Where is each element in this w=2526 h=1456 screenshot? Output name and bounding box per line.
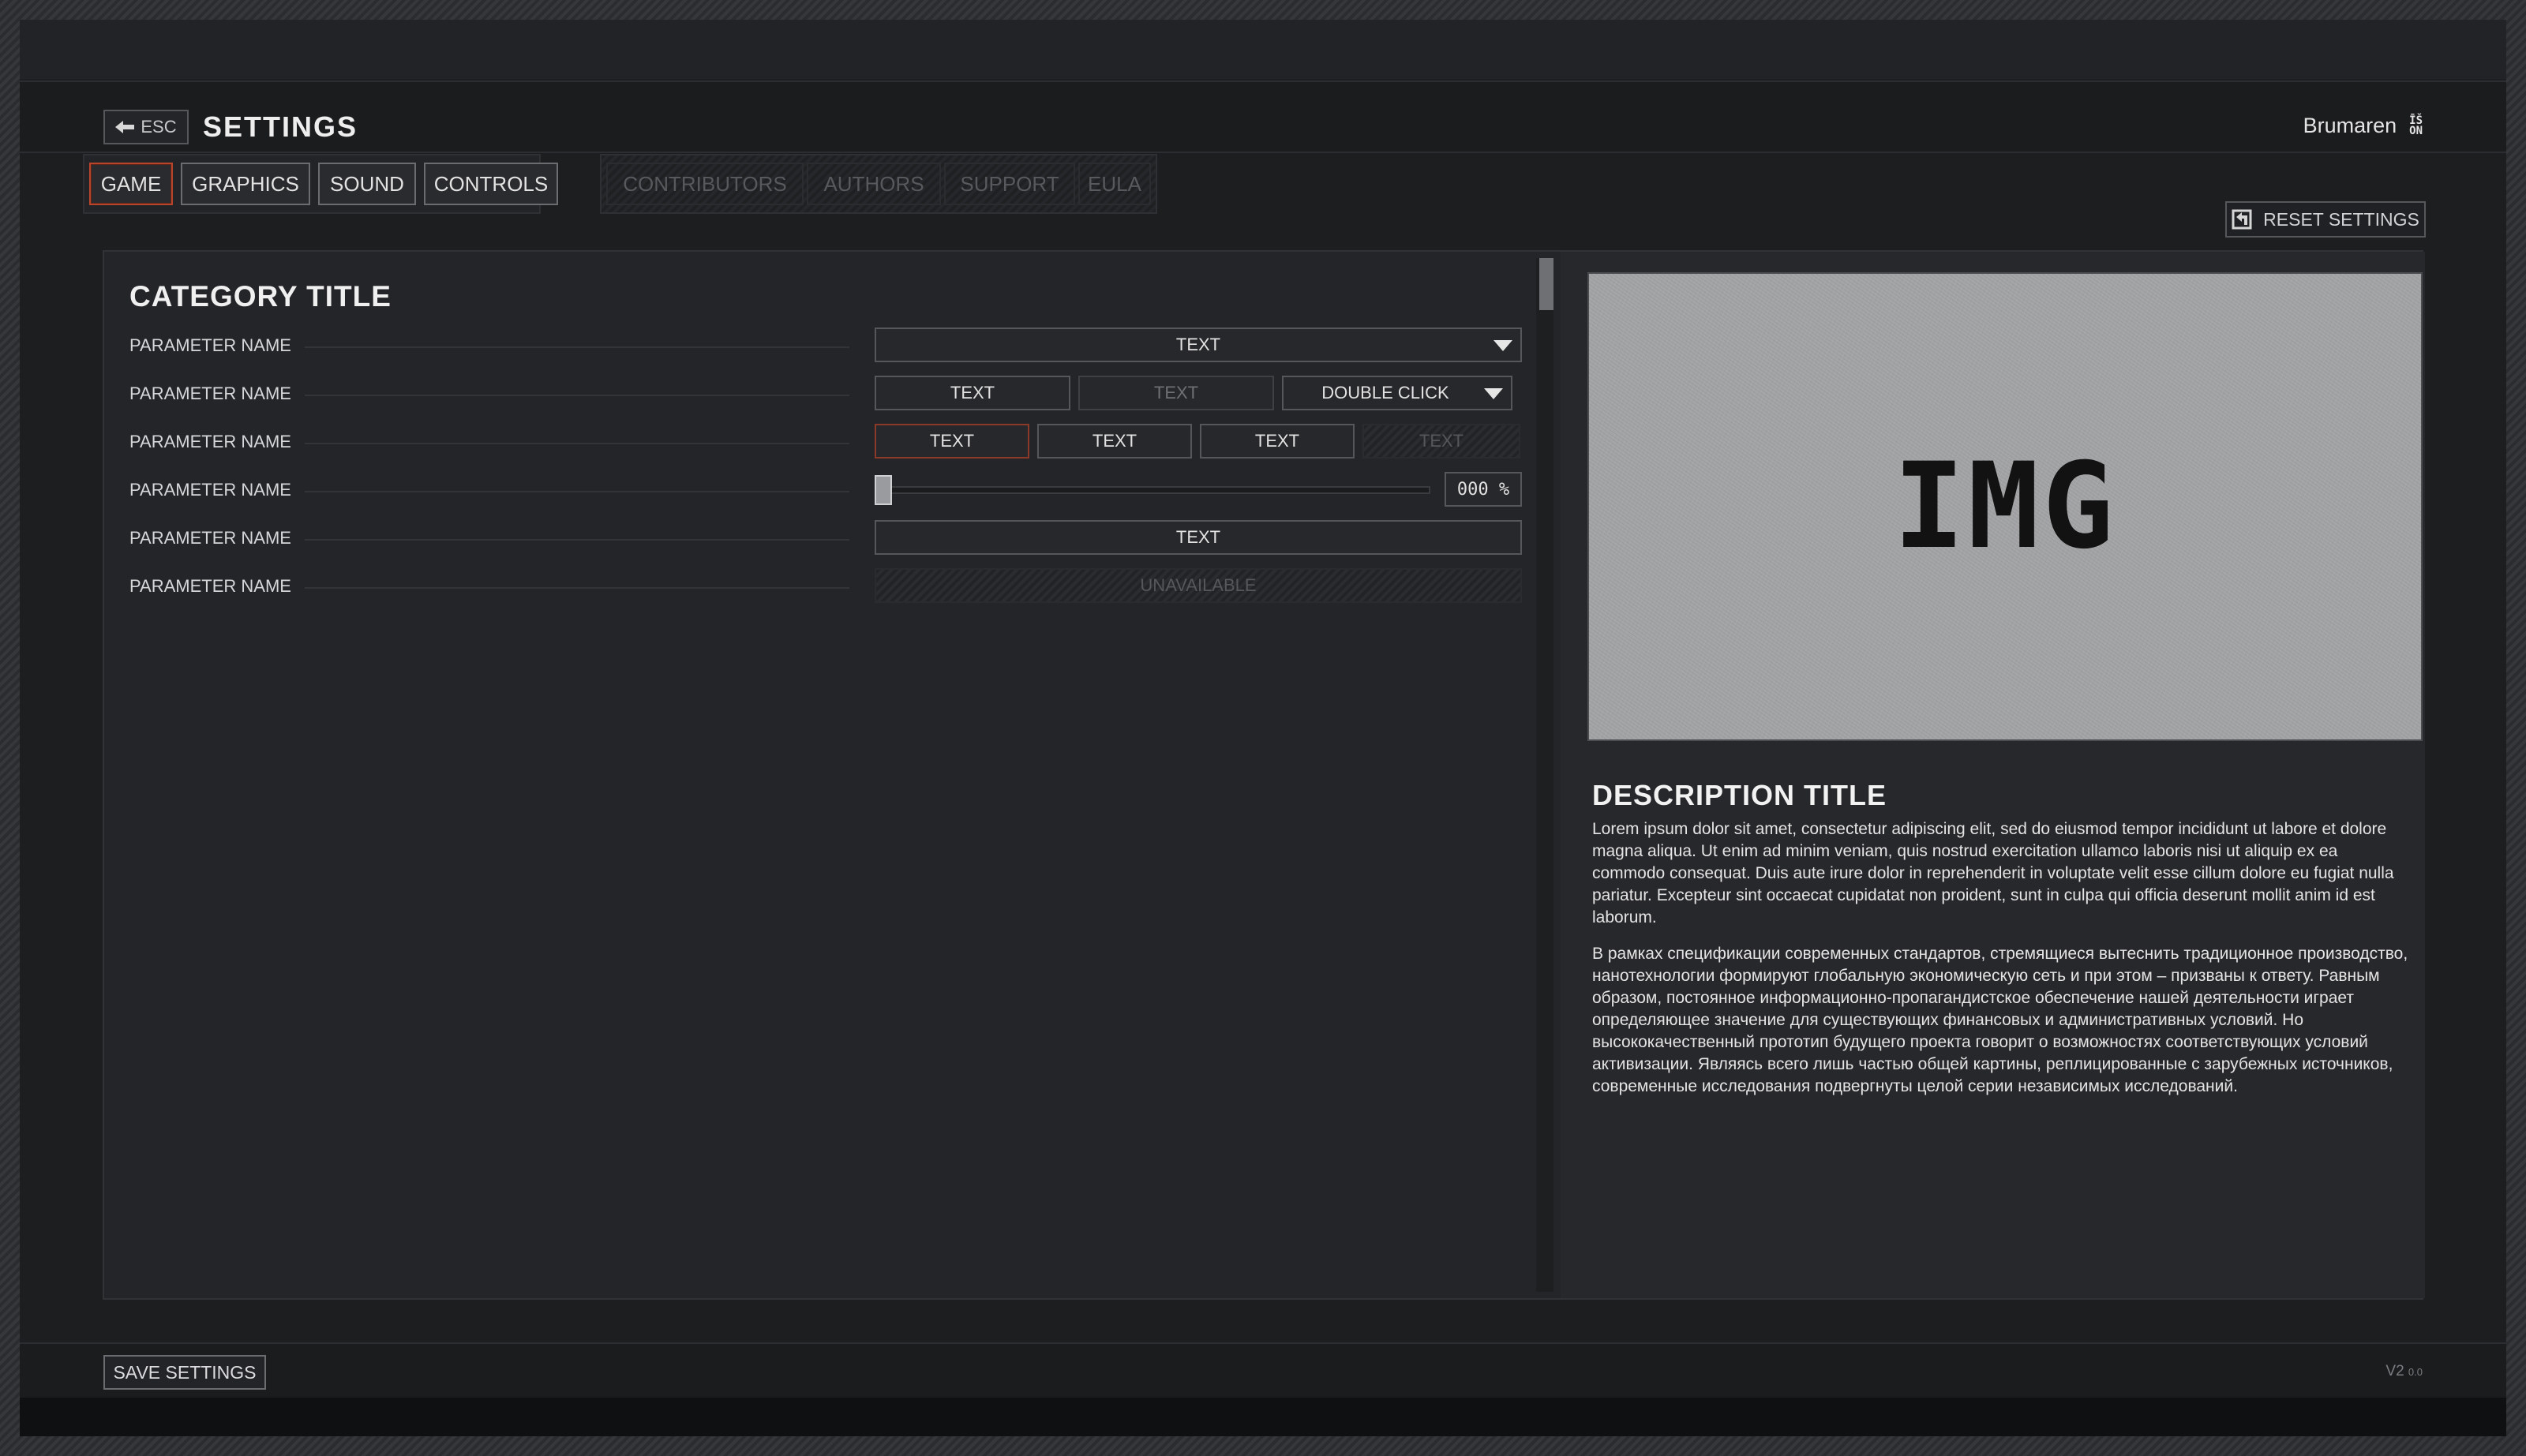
slider-value[interactable]: 000 %: [1445, 472, 1522, 507]
scrollbar-thumb[interactable]: [1539, 258, 1553, 310]
parameter-name: PARAMETER NAME: [129, 335, 291, 355]
tab-controls[interactable]: CONTROLS: [424, 163, 558, 205]
tab-authors[interactable]: AUTHORS: [807, 163, 941, 205]
leader-line: [305, 587, 849, 589]
top-strip: [20, 20, 2506, 79]
reset-label: RESET SETTINGS: [2263, 208, 2419, 230]
parameter-name: PARAMETER NAME: [129, 480, 291, 500]
preview-image: IMG: [1587, 272, 2423, 741]
user-area: Brumaren ĪŠ ON: [2303, 114, 2423, 138]
chevron-down-icon: [1484, 388, 1503, 399]
arrow-left-icon: [115, 121, 135, 133]
language-toggle-icon[interactable]: ĪŠ ON: [2409, 115, 2423, 137]
username: Brumaren: [2303, 114, 2397, 137]
scrollbar-track[interactable]: [1536, 258, 1553, 1292]
option-button[interactable]: TEXT: [1078, 376, 1274, 410]
tab-graphics[interactable]: GRAPHICS: [181, 163, 310, 205]
secondary-tabs: CONTRIBUTORS AUTHORS SUPPORT EULA: [600, 154, 1157, 214]
description-paragraph: Lorem ipsum dolor sit amet, consectetur …: [1592, 820, 2394, 926]
slider-handle[interactable]: [875, 475, 892, 505]
leader-line: [305, 346, 849, 348]
parameter-row: PARAMETER NAME UNAVAILABLE: [129, 568, 1535, 606]
text-button[interactable]: TEXT: [875, 520, 1522, 555]
leader-line: [305, 539, 849, 541]
parameters-column: CATEGORY TITLE PARAMETER NAME TEXT PARAM…: [104, 252, 1553, 1298]
option-button[interactable]: TEXT: [1037, 424, 1192, 459]
description-paragraph: В рамках спецификации современных станда…: [1592, 945, 2408, 1095]
category-title: CATEGORY TITLE: [129, 280, 392, 313]
option-button[interactable]: TEXT: [875, 376, 1070, 410]
parameter-row: PARAMETER NAME TEXT: [129, 328, 1535, 365]
leader-line: [305, 395, 849, 396]
option-button-disabled: TEXT: [1362, 424, 1520, 459]
parameter-row: PARAMETER NAME TEXT TEXT DOUBLE CLICK: [129, 376, 1535, 414]
image-placeholder-label: IMG: [1893, 438, 2117, 575]
dropdown-select[interactable]: TEXT: [875, 328, 1522, 362]
page-title: SETTINGS: [203, 110, 358, 143]
header-bar: ESC SETTINGS Brumaren ĪŠ ON: [20, 80, 2506, 153]
reset-settings-button[interactable]: RESET SETTINGS: [2225, 201, 2426, 238]
slider-track[interactable]: [875, 486, 1430, 494]
tab-support[interactable]: SUPPORT: [944, 163, 1075, 205]
settings-panel: CATEGORY TITLE PARAMETER NAME TEXT PARAM…: [103, 250, 2425, 1300]
tab-eula[interactable]: EULA: [1078, 163, 1151, 205]
footer-bar: SAVE SETTINGS V2 0.0: [20, 1342, 2506, 1399]
tab-contributors[interactable]: CONTRIBUTORS: [606, 163, 804, 205]
leader-line: [305, 443, 849, 444]
description-column: IMG DESCRIPTION TITLE Lorem ipsum dolor …: [1561, 252, 2425, 1298]
leader-line: [305, 491, 849, 492]
bottom-strip: [20, 1398, 2506, 1436]
parameter-name: PARAMETER NAME: [129, 528, 291, 548]
esc-label: ESC: [141, 117, 177, 137]
option-button[interactable]: TEXT: [1200, 424, 1355, 459]
parameter-name: PARAMETER NAME: [129, 384, 291, 403]
reset-icon: [2232, 209, 2252, 230]
parameter-name: PARAMETER NAME: [129, 576, 291, 596]
parameter-row: PARAMETER NAME TEXT: [129, 520, 1535, 558]
version-label: V2 0.0: [2385, 1363, 2423, 1379]
description-title: DESCRIPTION TITLE: [1592, 779, 1887, 811]
unavailable-field: UNAVAILABLE: [875, 568, 1522, 603]
main-tabs: GAME GRAPHICS SOUND CONTROLS: [83, 154, 558, 214]
parameter-row: PARAMETER NAME TEXT TEXT TEXT TEXT: [129, 424, 1535, 462]
chevron-down-icon: [1493, 340, 1512, 351]
double-click-dropdown[interactable]: DOUBLE CLICK: [1282, 376, 1512, 410]
parameter-name: PARAMETER NAME: [129, 432, 291, 451]
parameter-row: PARAMETER NAME 000 %: [129, 472, 1535, 510]
tab-game[interactable]: GAME: [89, 163, 173, 205]
save-settings-button[interactable]: SAVE SETTINGS: [103, 1355, 266, 1390]
tab-sound[interactable]: SOUND: [318, 163, 416, 205]
esc-back-button[interactable]: ESC: [103, 110, 189, 144]
settings-window: ESC SETTINGS Brumaren ĪŠ ON GAME GRAPHIC…: [20, 20, 2506, 1436]
option-button-selected[interactable]: TEXT: [875, 424, 1029, 459]
